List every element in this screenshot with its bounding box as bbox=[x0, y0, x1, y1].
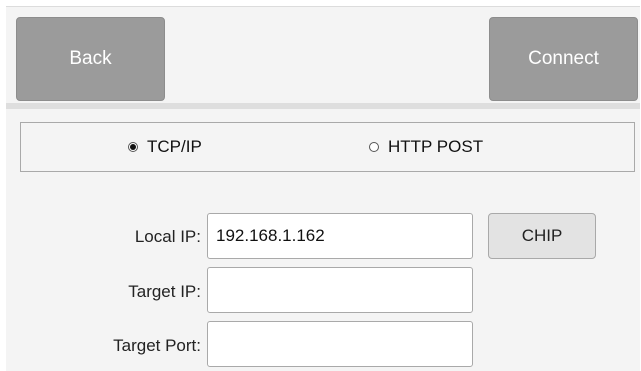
radio-option-http-post[interactable]: HTTP POST bbox=[369, 123, 483, 171]
local-ip-input[interactable] bbox=[207, 213, 473, 259]
radio-label-http-post: HTTP POST bbox=[388, 137, 484, 156]
back-button[interactable]: Back bbox=[16, 17, 165, 101]
radio-option-tcp-ip[interactable]: TCP/IP bbox=[128, 123, 202, 171]
target-ip-input[interactable] bbox=[207, 267, 473, 313]
target-ip-label: Target IP: bbox=[128, 282, 201, 301]
protocol-radio-group: TCP/IP HTTP POST bbox=[20, 122, 635, 172]
connection-settings-screen: Back Connect TCP/IP HTTP POST Local IP: … bbox=[0, 0, 641, 371]
radio-label-tcp-ip: TCP/IP bbox=[147, 137, 202, 156]
connect-button[interactable]: Connect bbox=[489, 17, 638, 101]
radio-unselected-icon bbox=[369, 142, 379, 152]
chip-button[interactable]: CHIP bbox=[488, 213, 596, 259]
local-ip-label: Local IP: bbox=[134, 227, 201, 246]
radio-selected-icon bbox=[128, 142, 138, 152]
target-port-label: Target Port: bbox=[113, 336, 201, 355]
target-port-input[interactable] bbox=[207, 321, 473, 367]
